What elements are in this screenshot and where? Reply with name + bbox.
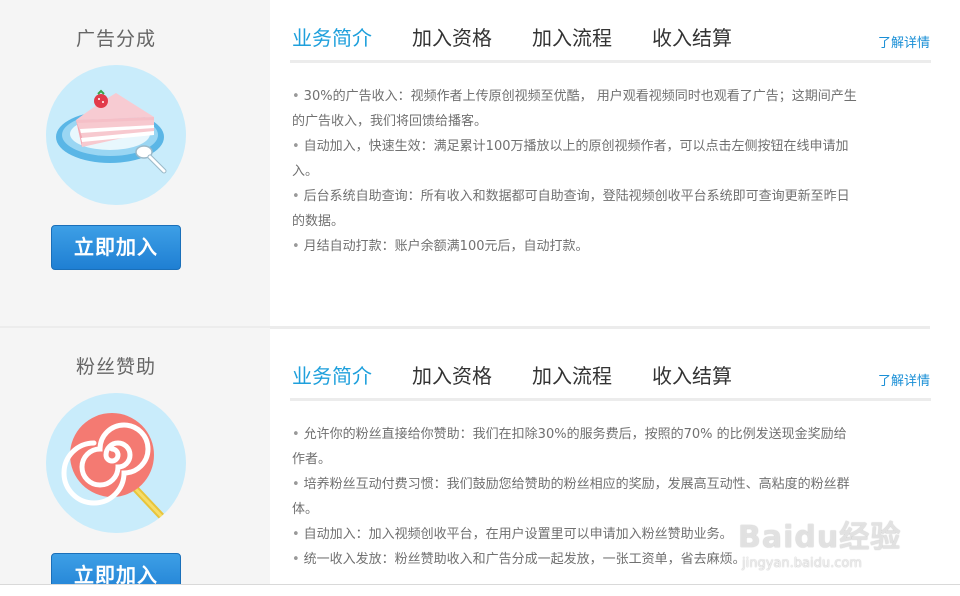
bullet: •: [292, 552, 300, 567]
tab-income-settlement[interactable]: 收入结算: [652, 360, 732, 390]
lollipop-icon: [46, 393, 186, 533]
list-item: • 自动加入，快速生效：满足累计100万播放以上的原创视频作者，可以点击左侧按钮在…: [292, 139, 849, 179]
left-panel: 粉丝赞助 立即加入: [0, 328, 270, 596]
tab-business-intro[interactable]: 业务简介: [292, 360, 372, 390]
tab-bar: 业务简介 加入资格 加入流程 收入结算: [292, 360, 772, 390]
left-panel: 广告分成 立即加入: [0, 0, 270, 326]
bullet: •: [292, 89, 300, 104]
tab-eligibility[interactable]: 加入资格: [412, 22, 492, 52]
list-item: • 后台系统自助查询：所有收入和数据都可自助查询，登陆视频创收平台系统即可查询更新…: [292, 189, 850, 229]
list-item: • 月结自动打款：账户余额满100元后，自动打款。: [292, 239, 589, 254]
tab-business-intro[interactable]: 业务简介: [292, 22, 372, 52]
bullet: •: [292, 189, 300, 204]
list-item: • 30%的广告收入：视频作者上传原创视频至优酷， 用户观看视频同时也观看了广告；…: [292, 89, 857, 129]
bullet: •: [292, 527, 300, 542]
tab-underline: [290, 60, 931, 63]
footer-strip: [0, 584, 960, 596]
list-item: • 培养粉丝互动付费习惯：我们鼓励您给赞助的粉丝相应的奖励，发展高互动性、高粘度的…: [292, 477, 850, 517]
tab-join-process[interactable]: 加入流程: [532, 22, 612, 52]
bullet: •: [292, 427, 300, 442]
service-section-ad-share: 广告分成 立即加入 业务简介 加入资格 加入流程 收入结算 了解详情 • 30%…: [0, 0, 960, 326]
details-link[interactable]: 了解详情: [878, 32, 930, 51]
details-link[interactable]: 了解详情: [878, 370, 930, 389]
page: 广告分成 立即加入 业务简介 加入资格 加入流程 收入结算 了解详情 • 30%…: [0, 0, 960, 596]
service-title: 粉丝赞助: [75, 356, 156, 378]
cake-slice-icon: [46, 65, 186, 205]
list-item: • 统一收入发放：粉丝赞助收入和广告分成一起发放，一张工资单，省去麻烦。: [292, 552, 746, 567]
list-item: • 自动加入：加入视频创收平台，在用户设置里可以申请加入粉丝赞助业务。: [292, 527, 733, 542]
bullet: •: [292, 477, 300, 492]
bullet: •: [292, 239, 300, 254]
tab-underline: [290, 398, 931, 401]
tab-income-settlement[interactable]: 收入结算: [652, 22, 732, 52]
join-button[interactable]: 立即加入: [51, 225, 181, 270]
tab-bar: 业务简介 加入资格 加入流程 收入结算: [292, 22, 772, 52]
list-item: • 允许你的粉丝直接给你赞助：我们在扣除30%的服务费后，按照的70% 的比例发送…: [292, 427, 847, 467]
intro-content: • 允许你的粉丝直接给你赞助：我们在扣除30%的服务费后，按照的70% 的比例发送…: [292, 422, 857, 572]
bullet: •: [292, 139, 300, 154]
intro-content: • 30%的广告收入：视频作者上传原创视频至优酷， 用户观看视频同时也观看了广告；…: [292, 84, 857, 259]
tab-join-process[interactable]: 加入流程: [532, 360, 612, 390]
tab-eligibility[interactable]: 加入资格: [412, 360, 492, 390]
service-title: 广告分成: [75, 28, 156, 50]
service-section-fan-sponsor: 粉丝赞助 立即加入 业务简介 加入资格 加入流程 收入结算 了解详情 • 允许你的…: [0, 328, 960, 596]
